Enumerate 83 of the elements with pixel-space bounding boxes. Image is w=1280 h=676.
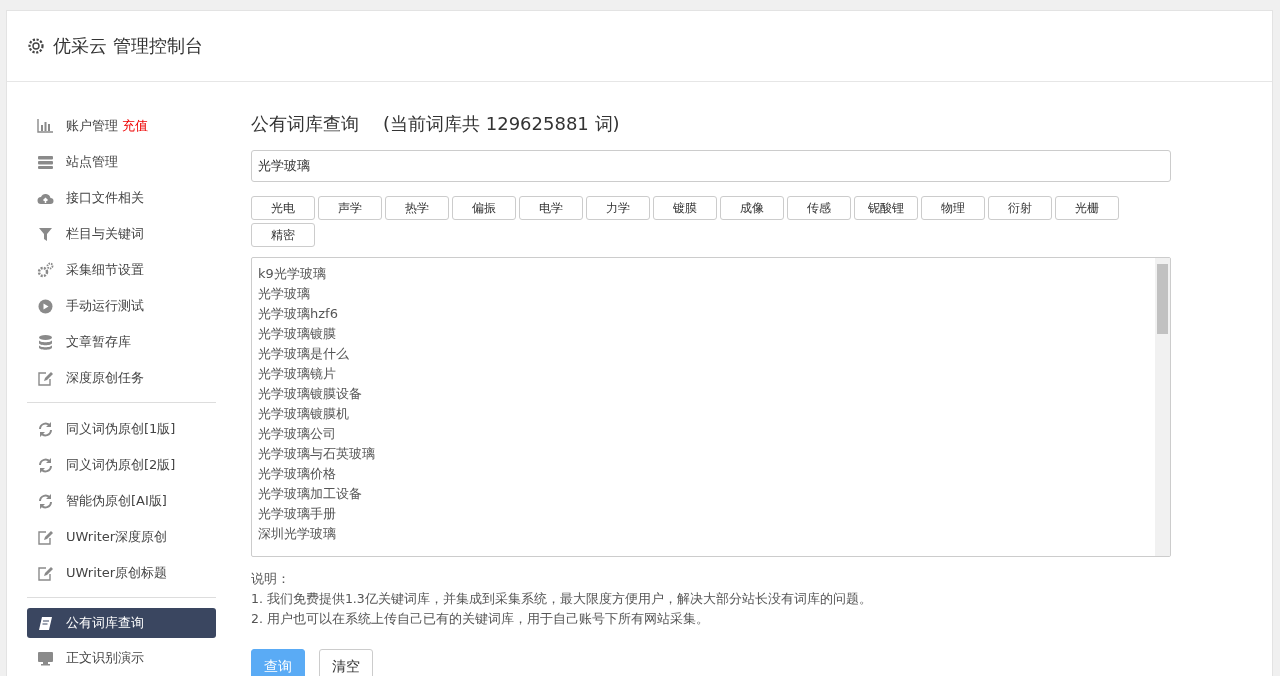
- sidebar-label: 账户管理 充值: [66, 117, 149, 135]
- result-item[interactable]: 光学玻璃镀膜设备: [258, 384, 1155, 404]
- gears-icon: [37, 261, 54, 279]
- tag-button[interactable]: 传感: [787, 196, 851, 220]
- sidebar-item[interactable]: 栏目与关键词: [27, 218, 216, 250]
- server-icon: [37, 153, 54, 171]
- tag-button[interactable]: 光栅: [1055, 196, 1119, 220]
- results-list[interactable]: k9光学玻璃 光学玻璃 光学玻璃hzf6 光学玻璃镀膜 光学玻璃是什么 光学玻璃镜片 光学玻璃镀膜设备 光学玻璃镀膜机 光学玻璃公司 光学玻璃与石英玻璃 光学玻璃价格 光学玻璃加工设备 光学玻璃手册 深圳光学玻璃: [251, 257, 1171, 557]
- note-text: 2. 用户也可以在系统上传自己已有的关键词库，用于自己账号下所有网站采集。: [251, 610, 710, 628]
- tag-button[interactable]: 精密: [251, 223, 315, 247]
- sidebar-item[interactable]: 智能伪原创[AI版]: [27, 485, 216, 517]
- result-item[interactable]: 光学玻璃镀膜: [258, 324, 1155, 344]
- filter-icon: [37, 225, 54, 243]
- sidebar-item[interactable]: 深度原创任务: [27, 362, 216, 394]
- tag-button[interactable]: 光电: [251, 196, 315, 220]
- tag-button[interactable]: 偏振: [452, 196, 516, 220]
- sidebar-item[interactable]: UWriter深度原创: [27, 521, 216, 553]
- refresh-icon: [37, 420, 54, 438]
- sidebar-item[interactable]: 站点管理: [27, 146, 216, 178]
- sidebar-item[interactable]: 采集细节设置: [27, 254, 216, 286]
- refresh-icon: [37, 492, 54, 510]
- sidebar-label: 接口文件相关: [66, 189, 144, 207]
- sidebar-item[interactable]: 账户管理 充值: [27, 110, 216, 142]
- sidebar-label: 站点管理: [66, 153, 118, 171]
- tag-button[interactable]: 电学: [519, 196, 583, 220]
- monitor-icon: [37, 649, 54, 667]
- tag-button[interactable]: 镀膜: [653, 196, 717, 220]
- note-text: 1. 我们免费提供1.3亿关键词库，并集成到采集系统，最大限度方便用户，解决大部分站长没有词库的问题。: [251, 590, 873, 608]
- sidebar-item[interactable]: 接口文件相关: [27, 182, 216, 214]
- result-item[interactable]: 光学玻璃公司: [258, 424, 1155, 444]
- refresh-icon: [37, 456, 54, 474]
- sidebar-item[interactable]: 正文识别演示: [27, 642, 216, 674]
- result-item[interactable]: 光学玻璃镜片: [258, 364, 1155, 384]
- scrollbar[interactable]: [1155, 258, 1170, 556]
- sidebar-label: 手动运行测试: [66, 297, 144, 315]
- play-icon: [37, 297, 54, 315]
- result-item[interactable]: 光学玻璃hzf6: [258, 304, 1155, 324]
- tag-button[interactable]: 铌酸锂: [854, 196, 918, 220]
- sidebar-label: 公有词库查询: [66, 614, 144, 632]
- tag-button[interactable]: 声学: [318, 196, 382, 220]
- sidebar-label: 栏目与关键词: [66, 225, 144, 243]
- sidebar-label: 智能伪原创[AI版]: [66, 492, 167, 510]
- tag-button[interactable]: 衍射: [988, 196, 1052, 220]
- sidebar-label: 正文识别演示: [66, 649, 144, 667]
- tag-button[interactable]: 物理: [921, 196, 985, 220]
- result-item[interactable]: 光学玻璃与石英玻璃: [258, 444, 1155, 464]
- edit-icon: [37, 528, 54, 546]
- book-icon: [37, 614, 54, 632]
- search-field[interactable]: 光学玻璃: [251, 150, 1171, 182]
- sidebar-item[interactable]: UWriter原创标题: [27, 557, 216, 589]
- result-item[interactable]: 光学玻璃镀膜机: [258, 404, 1155, 424]
- bar-chart-icon: [37, 117, 54, 135]
- page-title: 公有词库查询: [251, 112, 359, 136]
- database-icon: [37, 333, 54, 351]
- sidebar-label: 深度原创任务: [66, 369, 144, 387]
- result-item[interactable]: 光学玻璃是什么: [258, 344, 1155, 364]
- sidebar-item[interactable]: 文章暂存库: [27, 326, 216, 358]
- edit-icon: [37, 369, 54, 387]
- result-item[interactable]: 深圳光学玻璃: [258, 524, 1155, 544]
- app-title: 优采云 管理控制台: [53, 34, 203, 58]
- sidebar-label: UWriter深度原创: [66, 528, 168, 546]
- sidebar-label: 同义词伪原创[2版]: [66, 456, 176, 474]
- sidebar-item[interactable]: 手动运行测试: [27, 290, 216, 322]
- result-item[interactable]: 光学玻璃: [258, 284, 1155, 304]
- tag-button[interactable]: 热学: [385, 196, 449, 220]
- sidebar-label: UWriter原创标题: [66, 564, 168, 582]
- sidebar-item[interactable]: 同义词伪原创[2版]: [27, 449, 216, 481]
- sidebar-label: 采集细节设置: [66, 261, 144, 279]
- sidebar-item[interactable]: 公有词库查询: [27, 608, 216, 638]
- settings-icon: [27, 37, 45, 55]
- notes-title: 说明：: [251, 570, 291, 588]
- sidebar-label: 同义词伪原创[1版]: [66, 420, 176, 438]
- clear-button[interactable]: 清空: [319, 649, 373, 676]
- result-item[interactable]: 光学玻璃加工设备: [258, 484, 1155, 504]
- result-item[interactable]: 光学玻璃手册: [258, 504, 1155, 524]
- tag-button[interactable]: 力学: [586, 196, 650, 220]
- edit-icon: [37, 564, 54, 582]
- word-count: (当前词库共 129625881 词): [383, 112, 620, 136]
- result-item[interactable]: 光学玻璃价格: [258, 464, 1155, 484]
- tag-button[interactable]: 成像: [720, 196, 784, 220]
- result-item[interactable]: k9光学玻璃: [258, 264, 1155, 284]
- sidebar-label: 文章暂存库: [66, 333, 131, 351]
- sidebar-item[interactable]: 同义词伪原创[1版]: [27, 413, 216, 445]
